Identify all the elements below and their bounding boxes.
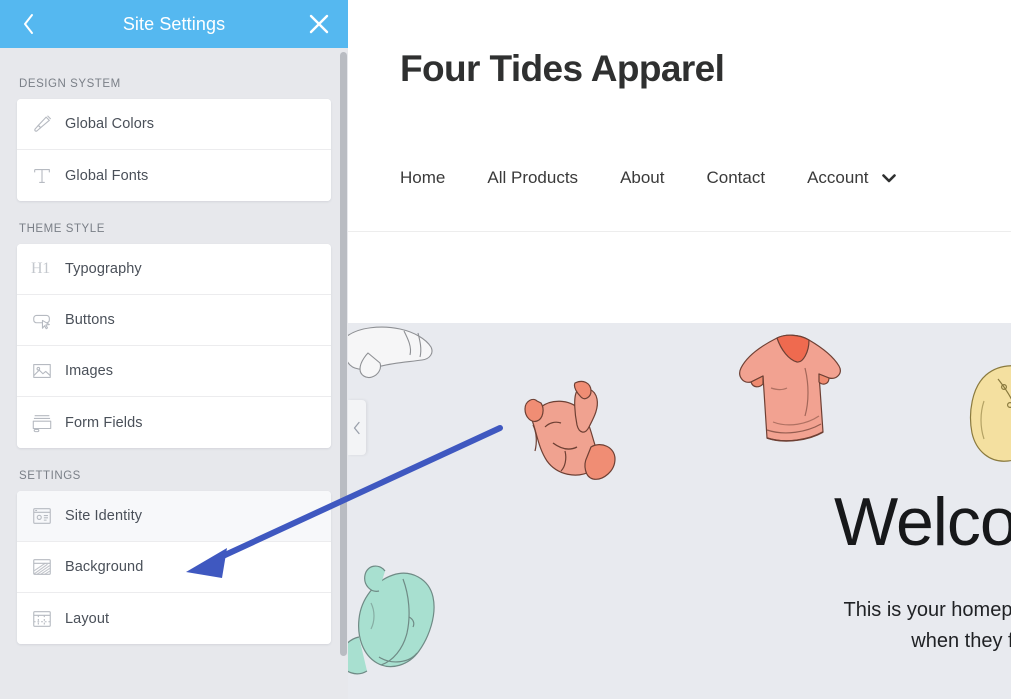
sidebar-item-site-identity[interactable]: Site Identity [17,491,331,542]
app-root: Four Tides Apparel Home All Products Abo… [0,0,1011,699]
image-icon [31,360,65,382]
sidebar-item-global-colors[interactable]: Global Colors [17,99,331,150]
paintbrush-icon [31,113,65,135]
nav-item-about[interactable]: About [620,168,664,188]
chevron-left-icon [21,12,37,36]
sidebar-item-label: Images [65,363,114,379]
sidebar-item-label: Form Fields [65,414,143,431]
sidebar-item-label: Layout [65,610,110,627]
sidebar-item-label: Site Identity [65,508,143,524]
illustration-salmon-vneck-tee [739,334,841,442]
group-label-theme-style: THEME STYLE [19,223,105,235]
sidebar-item-label: Global Fonts [65,167,149,184]
hero-subtitle-line-2: when they first visi [911,630,1011,652]
group-card-design-system: Global Colors Global Fonts [17,99,331,201]
nav-item-account[interactable]: Account [807,168,868,188]
hero-subtitle-line-1: This is your homepage which is w [843,599,1011,621]
nav-item-contact[interactable]: Contact [707,168,766,188]
text-t-icon [31,165,65,187]
form-fields-icon [31,412,65,434]
button-cursor-icon [31,309,65,331]
close-icon [308,13,330,35]
site-settings-panel: Site Settings DESIGN SYSTEM Global Color… [0,0,348,699]
panel-scrollbar-thumb[interactable] [340,52,347,656]
chevron-down-icon[interactable] [879,168,899,188]
site-preview-canvas: Four Tides Apparel Home All Products Abo… [348,0,1011,699]
illustration-yellow-shirt [969,365,1011,462]
panel-collapse-handle[interactable] [348,400,366,455]
sidebar-item-label: Global Colors [65,116,155,132]
sidebar-item-label: Typography [65,261,142,277]
group-label-settings: SETTINGS [19,470,81,482]
illustration-white-shirt [348,326,433,379]
nav-item-home[interactable]: Home [400,168,445,188]
group-card-theme-style: H1 Typography Buttons Images Form Fields [17,244,331,448]
back-button[interactable] [12,0,46,48]
panel-body: DESIGN SYSTEM Global Colors Global Fonts… [0,48,348,699]
sidebar-item-label: Buttons [65,312,115,328]
site-identity-icon [31,505,65,527]
sidebar-item-background[interactable]: Background [17,542,331,593]
sidebar-item-images[interactable]: Images [17,346,331,397]
sidebar-item-form-fields[interactable]: Form Fields [17,397,331,448]
site-hero-section: Welco This is your homepage which is w w… [348,323,1011,699]
background-icon [31,556,65,578]
group-card-settings: Site Identity Background Layout [17,491,331,644]
chevron-left-icon [352,421,362,435]
layout-grid-icon [31,608,65,630]
panel-title: Site Settings [122,13,226,34]
hero-title: Welco [834,484,1011,560]
sidebar-item-global-fonts[interactable]: Global Fonts [17,150,331,201]
sidebar-item-buttons[interactable]: Buttons [17,295,331,346]
illustration-salmon-crumpled-shirt [524,380,616,480]
close-button[interactable] [302,0,336,48]
site-navigation: Home All Products About Contact Account [400,168,899,188]
site-header-spacer [348,232,1011,323]
panel-header: Site Settings [0,0,348,48]
sidebar-item-typography[interactable]: H1 Typography [17,244,331,295]
site-header: Four Tides Apparel Home All Products Abo… [348,0,1011,232]
sidebar-item-label: Background [65,559,144,575]
h1-heading-icon: H1 [31,260,50,277]
site-logo: Four Tides Apparel [400,48,725,89]
nav-item-all-products[interactable]: All Products [487,168,578,188]
group-label-design-system: DESIGN SYSTEM [19,78,121,90]
illustration-mint-onesie [348,565,435,675]
hero-subtitle: This is your homepage which is w when th… [693,595,1011,657]
sidebar-item-layout[interactable]: Layout [17,593,331,644]
